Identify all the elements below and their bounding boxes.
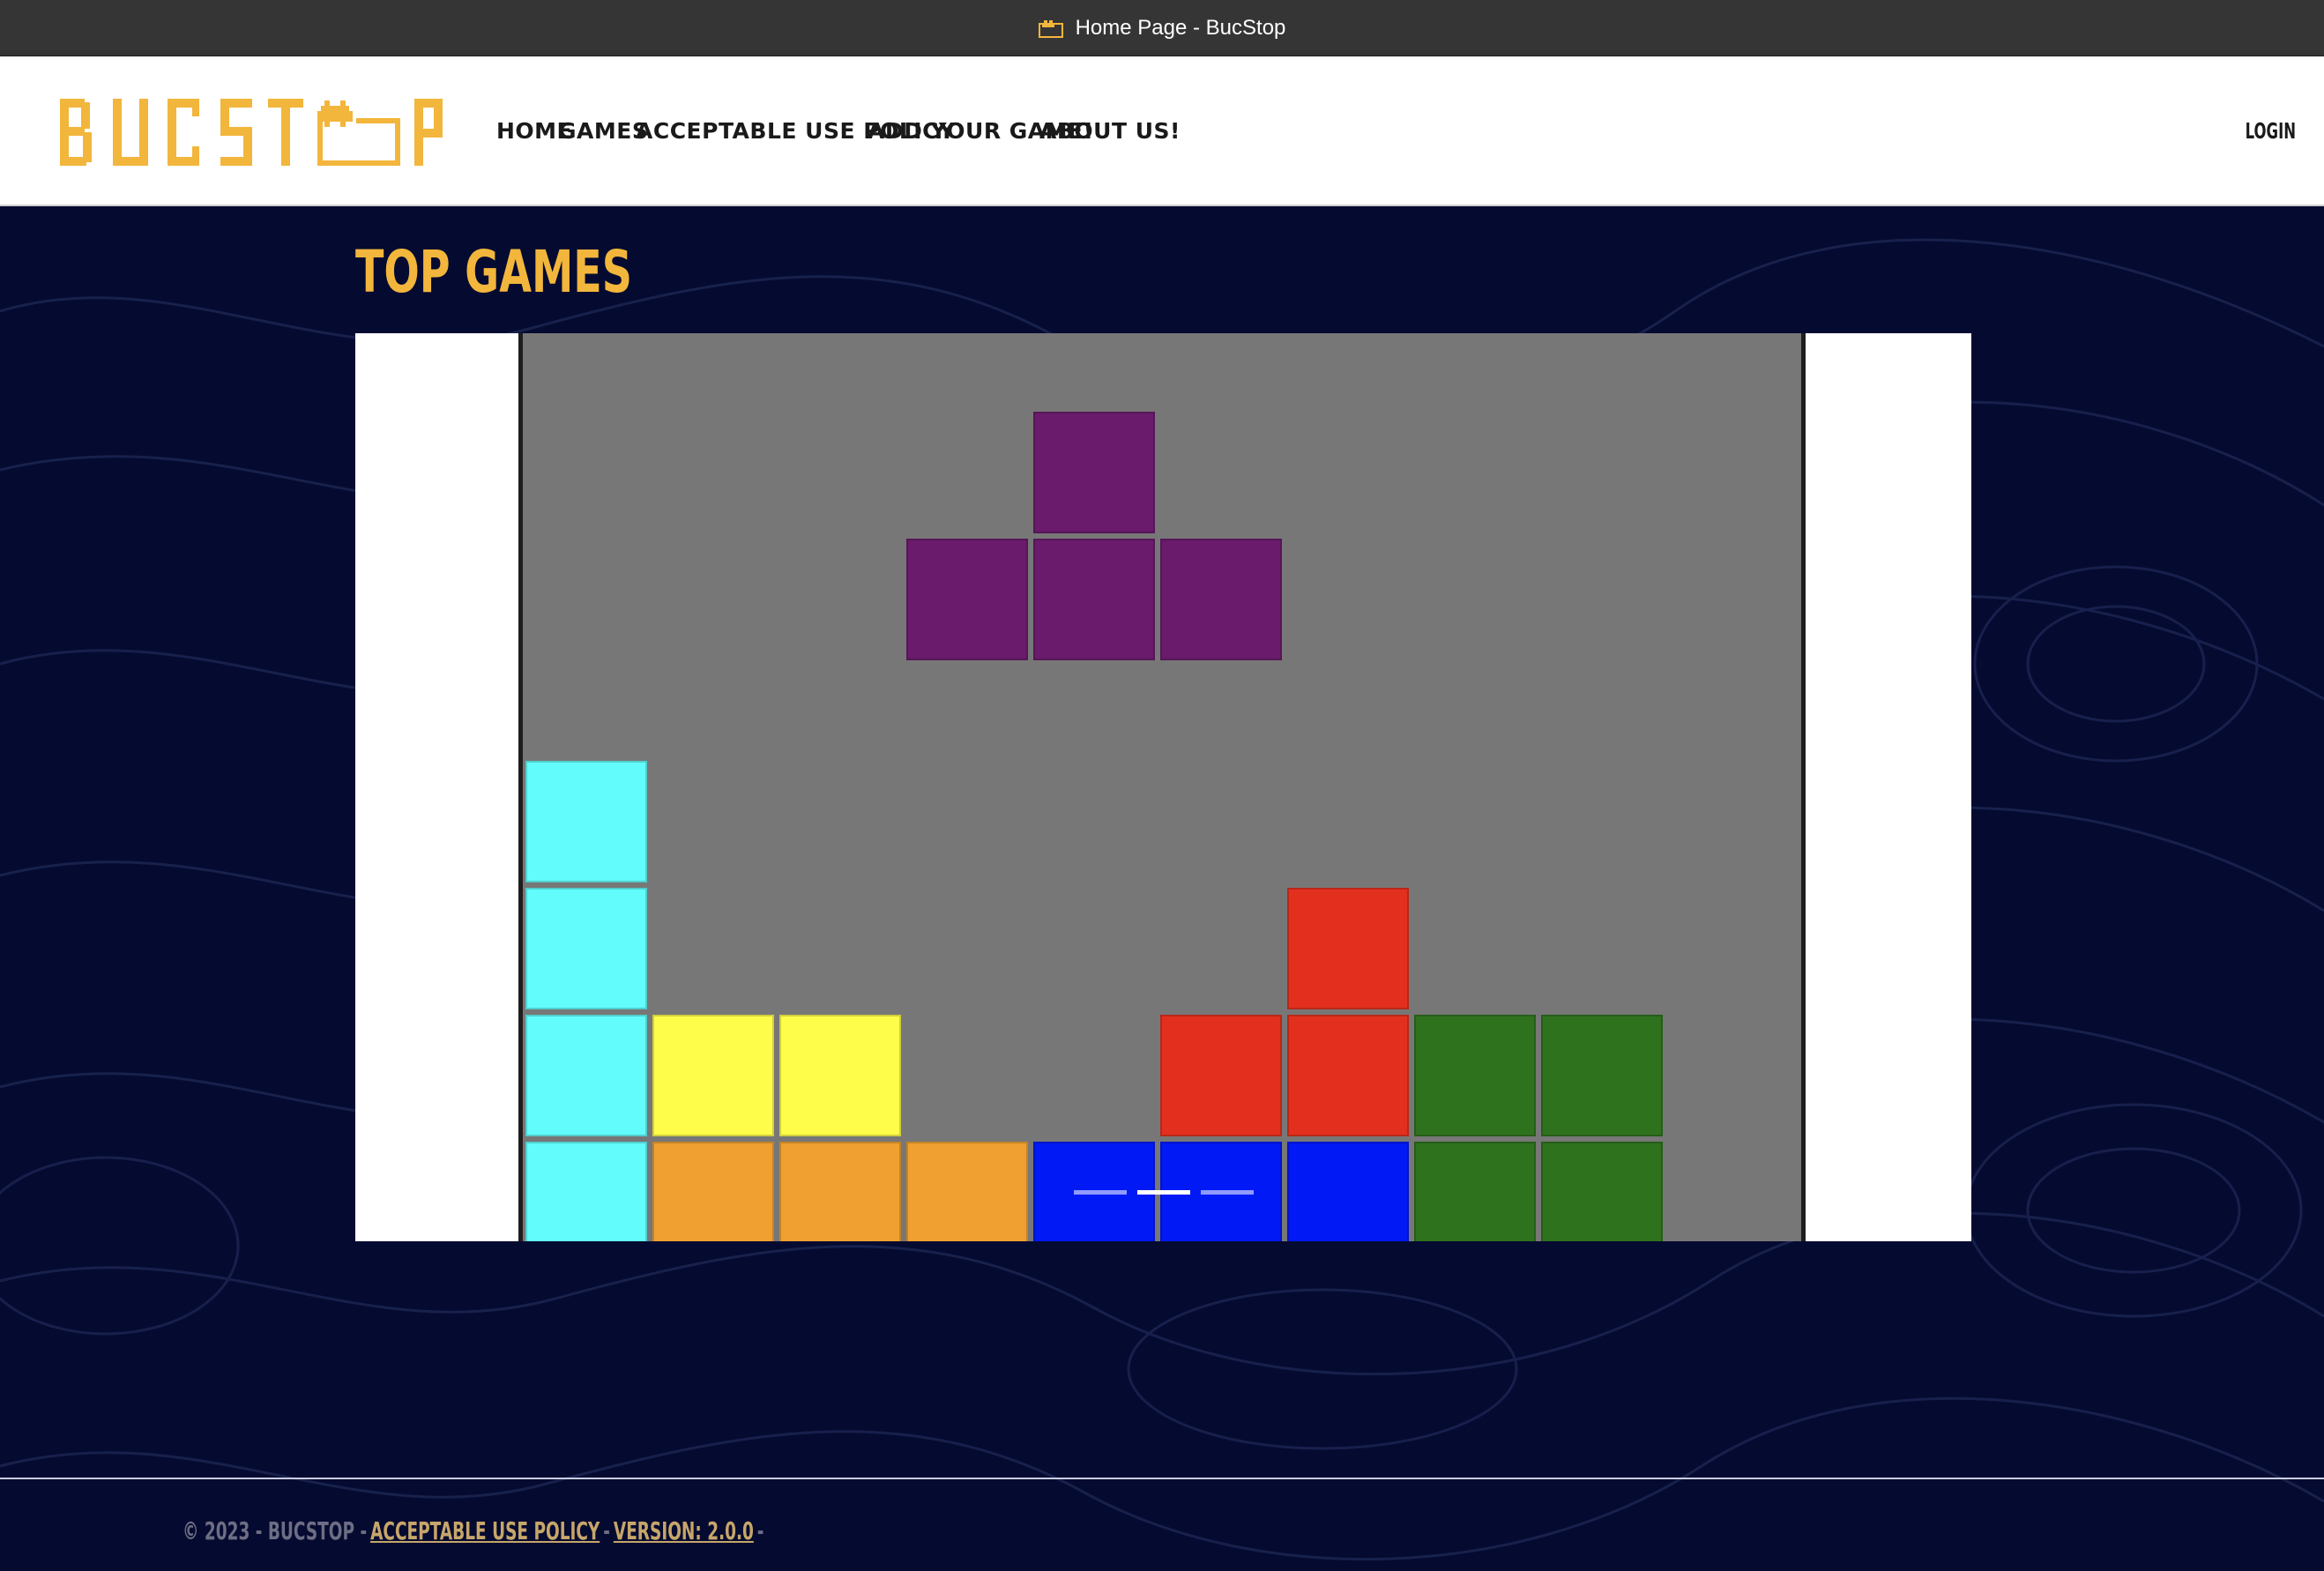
- tetris-block-red: [1160, 1015, 1282, 1137]
- carousel-indicators: [355, 1190, 1971, 1195]
- carousel-indicator-1[interactable]: [1073, 1190, 1127, 1195]
- window-title: Home Page - BucStop: [1075, 15, 1286, 40]
- tetris-block-cyan: [525, 761, 647, 883]
- nav-about-us-link[interactable]: ABOUT US!: [1039, 118, 1181, 144]
- nav-games-link[interactable]: GAMES: [558, 118, 648, 144]
- tetris-block-cyan: [525, 888, 647, 1010]
- footer-separator: -: [603, 1515, 610, 1545]
- footer-divider: [0, 1478, 2324, 1479]
- tetris-block-yellow: [652, 1015, 774, 1137]
- tetris-block-purple: [1160, 539, 1282, 661]
- tetris-block-cyan: [525, 1015, 647, 1137]
- tetris-block-purple: [906, 539, 1028, 661]
- tetris-block-green: [1414, 1015, 1536, 1137]
- tetris-block-red: [1287, 1015, 1409, 1137]
- site-navbar: HOME GAMES ACCEPTABLE USE POLICY ADD YOU…: [0, 56, 2324, 206]
- footer-copyright: © 2023 - BUCSTOP -: [182, 1515, 368, 1545]
- bucstop-logo[interactable]: [56, 92, 444, 189]
- main-nav: HOME GAMES ACCEPTABLE USE POLICY ADD YOU…: [496, 56, 1180, 205]
- top-games-heading: TOP GAMES: [355, 238, 632, 306]
- login-link[interactable]: LOGIN: [2246, 56, 2296, 205]
- site-footer: © 2023 - BUCSTOP - ACCEPTABLE USE POLICY…: [179, 1509, 767, 1552]
- tetris-block-red: [1287, 888, 1409, 1010]
- top-games-carousel[interactable]: [355, 333, 1971, 1241]
- carousel-indicator-3[interactable]: [1200, 1190, 1254, 1195]
- tetris-block-yellow: [779, 1015, 901, 1137]
- tetris-block-purple: [1033, 412, 1155, 534]
- footer-trail: -: [756, 1515, 764, 1545]
- tetris-preview-board: [518, 333, 1806, 1241]
- footer-version-link[interactable]: VERSION: 2.0.0: [614, 1516, 754, 1545]
- carousel-indicator-2[interactable]: [1136, 1190, 1190, 1195]
- bucstop-favicon-icon: [1038, 19, 1063, 38]
- window-titlebar: Home Page - BucStop: [0, 0, 2324, 56]
- footer-acceptable-use-policy-link[interactable]: ACCEPTABLE USE POLICY: [370, 1516, 600, 1545]
- tetris-block-purple: [1033, 539, 1155, 661]
- tetris-block-green: [1541, 1015, 1663, 1137]
